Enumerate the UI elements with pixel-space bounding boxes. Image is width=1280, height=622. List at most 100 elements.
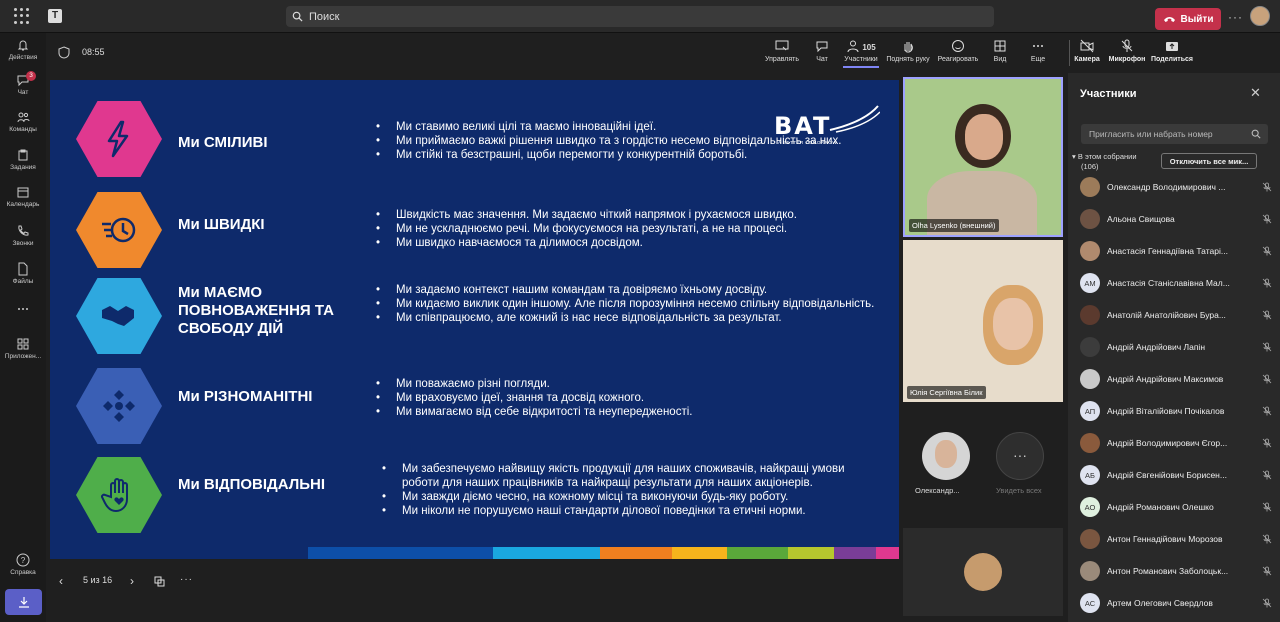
unread-badge: 3 <box>26 71 36 81</box>
participant-name: Андрій Володимирович Єгор... <box>1107 438 1228 448</box>
toolbar-button-people[interactable]: 105 Участники <box>836 39 886 68</box>
small-tiles-row: Олександр... ··· Увидеть всех <box>903 406 1063 516</box>
rail-item-5[interactable]: Звонки <box>0 224 46 247</box>
participant-row[interactable]: Андрій Андрійович Максимов <box>1080 364 1272 394</box>
toolbar-button-more[interactable]: Еще <box>1013 39 1063 63</box>
participant-avatar <box>1080 305 1100 325</box>
value-bullets: Ми забезпечуємо найвищу якість продукції… <box>382 462 872 518</box>
download-button[interactable] <box>5 589 42 615</box>
slides-grid-icon[interactable] <box>154 576 165 587</box>
view-all-button[interactable]: ··· <box>996 432 1044 480</box>
value-row-1: Ми ШВИДКІ Швидкість має значення. Ми зад… <box>50 190 899 272</box>
bullet-item: Ми ставимо великі цілі та маємо інноваці… <box>376 120 876 134</box>
participant-avatar <box>1080 241 1100 261</box>
participant-row[interactable]: Анастасія Геннадіївна Татарі... <box>1080 236 1272 266</box>
value-bullets: Ми поважаємо різні погляди.Ми враховуємо… <box>376 377 876 419</box>
participant-row[interactable]: АП Андрій Віталійович Почікалов <box>1080 396 1272 426</box>
participant-row[interactable]: Антон Романович Заболоцьк... <box>1080 556 1272 586</box>
rail-item-4[interactable]: Календарь <box>0 185 46 208</box>
participant-avatar: АО <box>1080 497 1100 517</box>
rail-label: Действия <box>8 54 38 61</box>
bullet-item: Ми стійкі та безстрашні, щоби перемогти … <box>376 148 876 162</box>
download-icon <box>18 597 29 608</box>
close-panel-icon[interactable]: ✕ <box>1250 85 1261 101</box>
search-icon <box>1251 129 1261 139</box>
participant-name: Артем Олегович Свердлов <box>1107 598 1213 608</box>
rail-item-2[interactable]: Команды <box>0 110 46 133</box>
participant-avatar: АС <box>1080 593 1100 613</box>
bullet-item: Ми задаємо контекст нашим командам та до… <box>376 283 876 297</box>
toolbar-label: Управлять <box>765 56 799 63</box>
stripe-segment <box>876 547 899 559</box>
more-options-icon[interactable]: ··· <box>1228 10 1243 24</box>
app-launcher-icon[interactable] <box>14 8 30 24</box>
bullet-item: Ми приймаємо важкі рішення швидко та з г… <box>376 134 876 148</box>
rail-item-8[interactable]: Приложен... <box>0 337 46 360</box>
next-slide-button[interactable]: › <box>130 574 134 588</box>
invite-input[interactable]: Пригласить или набрать номер <box>1081 124 1268 144</box>
bullet-item: Ми вимагаємо від себе відкритості та неу… <box>376 405 876 419</box>
bullet-item: Ми забезпечуємо найвищу якість продукції… <box>382 462 872 490</box>
camera-off-icon <box>1080 39 1094 53</box>
participant-name: Анастасія Станіславівна Мал... <box>1107 278 1230 288</box>
user-avatar[interactable] <box>1250 6 1270 26</box>
small-tile-name: Олександр... <box>915 486 960 495</box>
participant-row[interactable]: АО Андрій Романович Олешко <box>1080 492 1272 522</box>
stripe-segment <box>672 547 727 559</box>
bullet-item: Ми не ускладнюємо речі. Ми фокусуємося н… <box>376 222 876 236</box>
toolbar-button-mic-off[interactable]: Микрофон <box>1102 39 1152 63</box>
participant-name: Андрій Євгенійович Борисен... <box>1107 470 1227 480</box>
participant-row[interactable]: Антон Геннадійович Морозов <box>1080 524 1272 554</box>
toolbar-button-raise-hand[interactable]: Поднять руку <box>883 39 933 63</box>
participant-row[interactable]: Андрій Андрійович Лапін <box>1080 332 1272 362</box>
mic-off-icon <box>1121 39 1133 52</box>
invite-placeholder: Пригласить или набрать номер <box>1089 129 1213 139</box>
search-placeholder: Поиск <box>309 10 340 23</box>
files-icon <box>18 262 28 276</box>
participant-row[interactable]: Анатолій Анатолійович Бура... <box>1080 300 1272 330</box>
search-icon <box>292 11 303 22</box>
share-icon <box>1166 42 1178 51</box>
participant-row[interactable]: АС Артем Олегович Свердлов <box>1080 588 1272 618</box>
help-button[interactable]: ? Справка <box>0 553 46 576</box>
prev-slide-button[interactable]: ‹ <box>59 574 63 588</box>
self-avatar <box>964 553 1002 591</box>
participant-avatar-oleksandr[interactable] <box>922 432 970 480</box>
calendar-icon <box>17 187 29 198</box>
bullet-item: Ми завжди діємо чесно, на кожному місці … <box>382 490 872 504</box>
view-all-label: Увидеть всех <box>996 486 1042 495</box>
self-view-tile[interactable] <box>903 528 1063 616</box>
toolbar-label: Чат <box>816 56 828 63</box>
section-header[interactable]: ▾ В этом собрании (106) <box>1072 152 1137 172</box>
participant-name: Антон Романович Заболоцьк... <box>1107 566 1229 576</box>
value-title: Ми МАЄМО ПОВНОВАЖЕННЯ ТА СВОБОДУ ДІЙ <box>178 284 334 337</box>
value-bullets: Ми ставимо великі цілі та маємо інноваці… <box>376 120 876 162</box>
value-row-2: Ми МАЄМО ПОВНОВАЖЕННЯ ТА СВОБОДУ ДІЙ Ми … <box>50 276 899 358</box>
slide-more-icon[interactable]: ··· <box>180 574 193 585</box>
rail-item-0[interactable]: Действия <box>0 38 46 61</box>
diversity-icon <box>103 390 135 422</box>
video-tile-olha[interactable]: Olha Lysenko (внешний) <box>903 77 1063 237</box>
leave-button[interactable]: Выйти <box>1155 8 1221 30</box>
toolbar-label: Поделиться <box>1150 56 1193 63</box>
toolbar-button-share[interactable]: Поделиться <box>1147 39 1197 63</box>
participant-row[interactable]: Альона Свищова <box>1080 204 1272 234</box>
rail-label: Задания <box>10 164 36 171</box>
stripe-segment <box>308 547 493 559</box>
participant-row[interactable]: Олександр Володимирович ... <box>1080 172 1272 202</box>
video-tile-yulia[interactable]: Юлія Сергіївна Білик <box>903 240 1063 402</box>
mute-all-button[interactable]: Отключить все мик... <box>1161 153 1257 169</box>
participant-row[interactable]: АМ Анастасія Станіславівна Мал... <box>1080 268 1272 298</box>
person-face <box>965 114 1003 160</box>
rail-item-3[interactable]: Задания <box>0 148 46 171</box>
rail-item-6[interactable]: Файлы <box>0 262 46 285</box>
participants-panel: Участники ✕ Пригласить или набрать номер… <box>1068 73 1280 622</box>
bullet-item: Швидкість має значення. Ми задаємо чітки… <box>376 208 876 222</box>
rail-item-1[interactable]: 3 Чат <box>0 71 46 96</box>
mic-muted-icon <box>1262 342 1272 352</box>
search-input[interactable]: Поиск <box>286 6 994 27</box>
participant-row[interactable]: Андрій Володимирович Єгор... <box>1080 428 1272 458</box>
participant-row[interactable]: АБ Андрій Євгенійович Борисен... <box>1080 460 1272 490</box>
tile-name-olha: Olha Lysenko (внешний) <box>909 219 999 232</box>
rail-item-7[interactable] <box>0 302 46 318</box>
